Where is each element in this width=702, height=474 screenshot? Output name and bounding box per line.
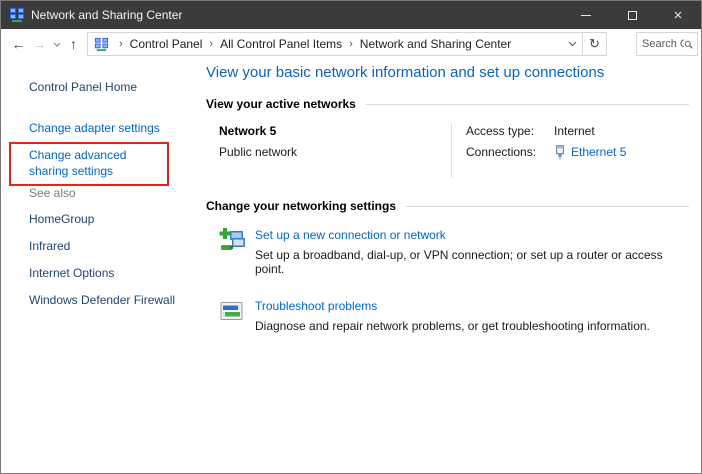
section-divider-line bbox=[366, 104, 689, 105]
close-button[interactable]: × bbox=[655, 1, 701, 29]
networking-settings-section-header: Change your networking settings bbox=[206, 199, 689, 213]
search-icon bbox=[684, 39, 693, 50]
minimize-icon bbox=[581, 15, 591, 16]
troubleshoot-description: Diagnose and repair network problems, or… bbox=[255, 319, 650, 333]
new-connection-icon bbox=[219, 228, 245, 276]
back-button[interactable]: ← bbox=[8, 36, 29, 52]
section-divider-line bbox=[406, 206, 689, 207]
crumb-separator-icon: › bbox=[119, 38, 123, 50]
troubleshoot-text: Troubleshoot problems Diagnose and repai… bbox=[255, 299, 650, 333]
active-networks-section-header: View your active networks bbox=[206, 97, 689, 111]
refresh-button[interactable]: ↻ bbox=[583, 32, 607, 56]
network-details: Access type: Internet Connections: bbox=[452, 124, 626, 178]
address-bar[interactable]: › Control Panel › All Control Panel Item… bbox=[87, 32, 583, 56]
setup-connection-item: Set up a new connection or network Set u… bbox=[219, 228, 689, 276]
search-input[interactable] bbox=[642, 38, 684, 50]
setup-connection-link[interactable]: Set up a new connection or network bbox=[255, 228, 689, 242]
sidebar-item-control-panel-home[interactable]: Control Panel Home bbox=[29, 80, 197, 94]
active-networks-label: View your active networks bbox=[206, 97, 356, 111]
sidebar-item-change-adapter-settings[interactable]: Change adapter settings bbox=[29, 121, 197, 135]
titlebar: Network and Sharing Center × bbox=[1, 1, 701, 29]
sidebar: Control Panel Home Change adapter settin… bbox=[1, 59, 197, 473]
sidebar-item-windows-defender-firewall[interactable]: Windows Defender Firewall bbox=[29, 291, 175, 309]
connection-link-ethernet5[interactable]: Ethernet 5 bbox=[571, 145, 626, 159]
recent-pages-dropdown[interactable] bbox=[50, 42, 63, 47]
network-type: Public network bbox=[219, 145, 451, 159]
breadcrumb-item-network-sharing[interactable]: Network and Sharing Center bbox=[360, 37, 511, 51]
network-identity: Network 5 Public network bbox=[219, 124, 451, 178]
sidebar-item-change-advanced-sharing-settings[interactable]: Change advanced sharing settings bbox=[29, 148, 126, 178]
forward-button[interactable]: → bbox=[29, 36, 50, 52]
window-title: Network and Sharing Center bbox=[31, 8, 563, 22]
setup-connection-description: Set up a broadband, dial-up, or VPN conn… bbox=[255, 248, 689, 276]
up-button[interactable]: ↑ bbox=[63, 36, 84, 52]
crumb-separator-icon: › bbox=[349, 38, 353, 50]
page-title: View your basic network information and … bbox=[206, 64, 689, 81]
network-name: Network 5 bbox=[219, 124, 451, 138]
network-sharing-center-window: Network and Sharing Center × ← → ↑ › Con… bbox=[0, 0, 702, 474]
sidebar-item-internet-options[interactable]: Internet Options bbox=[29, 264, 175, 282]
main-content: View your basic network information and … bbox=[197, 59, 701, 473]
breadcrumb-item-control-panel[interactable]: Control Panel bbox=[130, 37, 203, 51]
see-also-label: See also bbox=[29, 186, 175, 200]
connections-row: Connections: Ethernet 5 bbox=[466, 145, 626, 159]
navigation-toolbar: ← → ↑ › Control Panel › All Control Pane… bbox=[1, 29, 701, 59]
troubleshoot-link[interactable]: Troubleshoot problems bbox=[255, 299, 650, 313]
sidebar-item-homegroup[interactable]: HomeGroup bbox=[29, 210, 175, 228]
access-type-value: Internet bbox=[554, 124, 595, 138]
annotation-highlight: Change advanced sharing settings bbox=[9, 142, 197, 186]
address-dropdown[interactable] bbox=[562, 41, 582, 47]
active-network-panel: Network 5 Public network Access type: In… bbox=[219, 124, 689, 178]
crumb-separator-icon: › bbox=[209, 38, 213, 50]
network-app-icon bbox=[9, 7, 25, 23]
sidebar-item-infrared[interactable]: Infrared bbox=[29, 237, 175, 255]
troubleshoot-item: Troubleshoot problems Diagnose and repai… bbox=[219, 299, 689, 333]
maximize-button[interactable] bbox=[609, 1, 655, 29]
setup-connection-text: Set up a new connection or network Set u… bbox=[255, 228, 689, 276]
breadcrumb-item-all-items[interactable]: All Control Panel Items bbox=[220, 37, 342, 51]
networking-settings-label: Change your networking settings bbox=[206, 199, 396, 213]
troubleshoot-icon bbox=[219, 299, 245, 333]
network-location-icon bbox=[94, 37, 109, 52]
close-icon: × bbox=[674, 8, 683, 23]
access-type-row: Access type: Internet bbox=[466, 124, 626, 138]
window-body: Control Panel Home Change adapter settin… bbox=[1, 59, 701, 473]
ethernet-icon bbox=[554, 145, 566, 159]
see-also-section: See also HomeGroup Infrared Internet Opt… bbox=[1, 186, 175, 318]
search-box[interactable] bbox=[636, 32, 698, 56]
connections-label: Connections: bbox=[466, 145, 554, 159]
annotation-red-box: Change advanced sharing settings bbox=[9, 142, 169, 186]
minimize-button[interactable] bbox=[563, 1, 609, 29]
access-type-label: Access type: bbox=[466, 124, 554, 138]
maximize-icon bbox=[628, 11, 637, 20]
